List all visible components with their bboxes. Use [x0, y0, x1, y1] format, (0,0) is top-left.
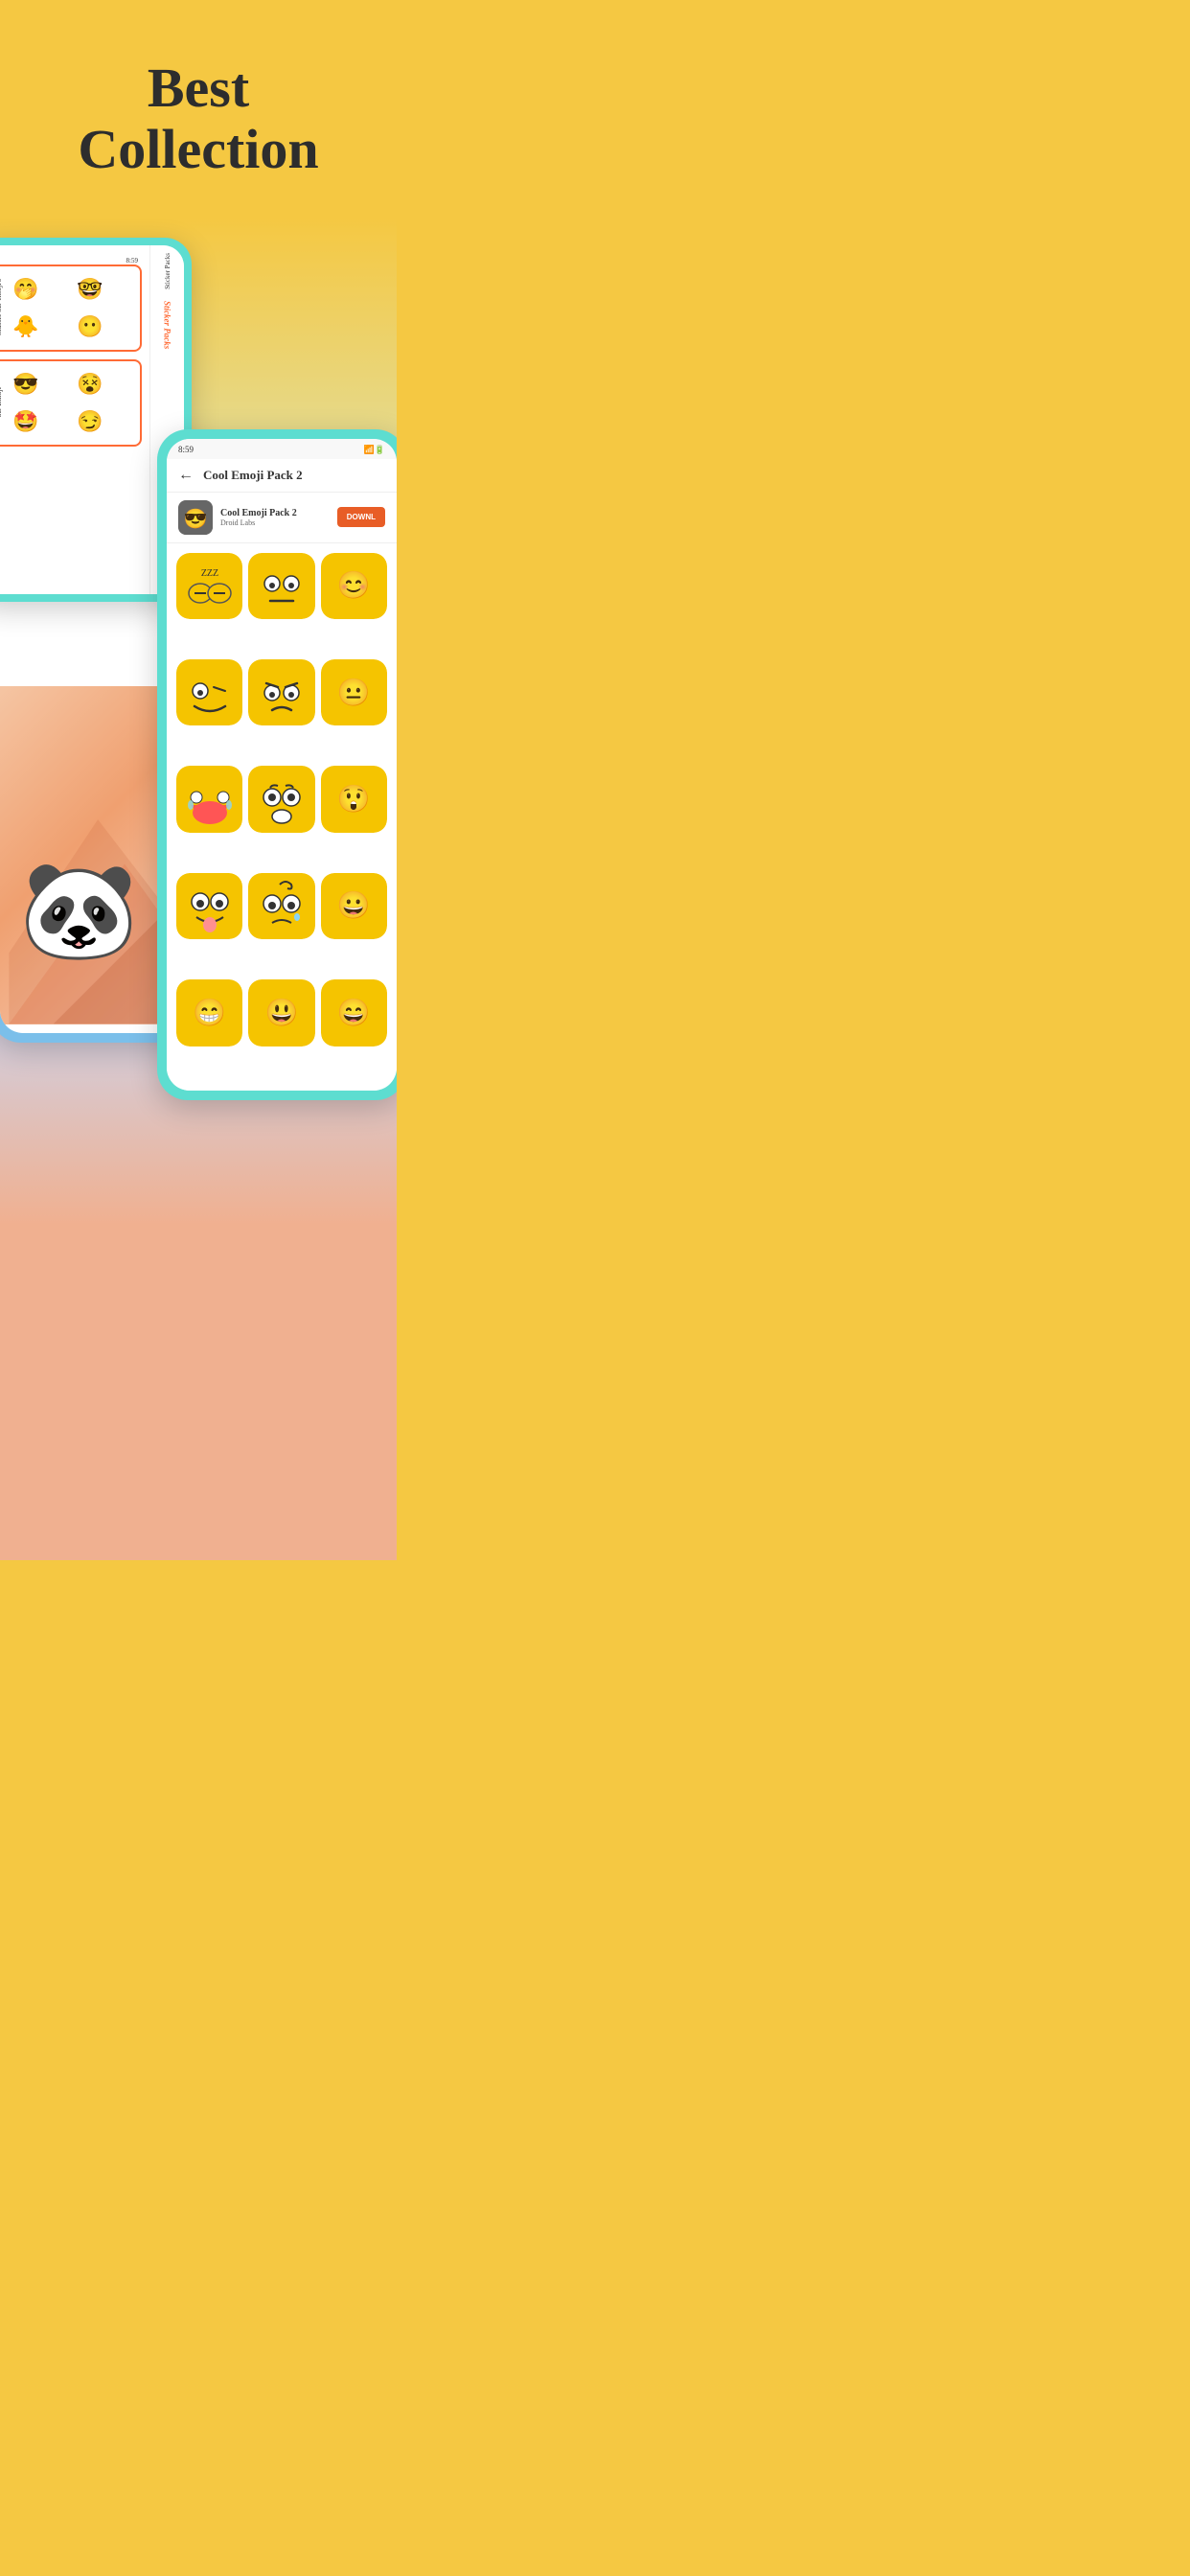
phone3-status-bar: 8:59 📶🔋 — [167, 439, 397, 459]
emoji-sticker-laughing-tears[interactable] — [176, 766, 242, 832]
expressionless-emoji-svg — [253, 557, 310, 614]
pack2-emoji-grid: 😎 😵 🤩 😏 — [9, 367, 134, 439]
phones-container: 8:59 Classic 3D emoji's 🤭 🤓 🐥 😶 3D Emoji — [0, 218, 397, 1560]
emoji-sticker-shocked[interactable] — [248, 766, 314, 832]
app-info-bar: 😎 Cool Emoji Pack 2 Droid Labs DOWNL — [167, 493, 397, 543]
hero-title-line2: Collection — [78, 118, 318, 180]
app-icon: 😎 — [178, 500, 213, 535]
svg-text:ZZZ: ZZZ — [200, 568, 217, 579]
shocked-emoji-svg — [253, 770, 310, 828]
app-developer: Droid Labs — [220, 518, 330, 527]
emoji-sticker-worried[interactable] — [248, 873, 314, 939]
emoji-sticker-open-mouth[interactable]: 😄 — [321, 979, 387, 1046]
sticker-pack-2[interactable]: 3D Emoji 😎 😵 🤩 😏 — [0, 359, 142, 447]
emoji-sticker-happy[interactable]: 😊 — [321, 553, 387, 619]
emoji-sticker-grin[interactable]: 😁 — [176, 979, 242, 1046]
wink-emoji-svg — [181, 664, 239, 722]
hero-section: Best Collection — [0, 0, 397, 218]
emoji-sticker-smiley[interactable]: 😃 — [248, 979, 314, 1046]
emoji-sticker-surprised2[interactable]: 😲 — [321, 766, 387, 832]
emoji-sticker-angry[interactable] — [248, 659, 314, 725]
hero-title: Best Collection — [19, 58, 378, 180]
hero-title-line1: Best — [148, 57, 249, 119]
emoji-cell: 😵 — [73, 367, 107, 402]
emoji-sticker-neutral[interactable]: 😐 — [321, 659, 387, 725]
emoji-grid: ZZZ — [167, 543, 397, 1091]
emoji-sticker-sleeping[interactable]: ZZZ — [176, 553, 242, 619]
app-name-title: Cool Emoji Pack 2 — [220, 508, 330, 518]
sleeping-emoji-svg: ZZZ — [181, 557, 239, 614]
emoji-cell: 🐥 — [9, 310, 43, 344]
sidebar-script: Sticker Packs — [163, 301, 172, 349]
app-name-section: Cool Emoji Pack 2 Droid Labs — [220, 508, 330, 527]
pack2-label: 3D Emoji — [0, 387, 3, 417]
emoji-sticker-wink[interactable] — [176, 659, 242, 725]
phone3-header: ← Cool Emoji Pack 2 — [167, 459, 397, 493]
emoji-sticker-tongue[interactable] — [176, 873, 242, 939]
phone1-time: 8:59 — [0, 253, 142, 264]
app-icon-svg: 😎 — [178, 500, 213, 535]
svg-text:😎: 😎 — [184, 508, 208, 530]
emoji-cell: 🤓 — [73, 272, 107, 307]
phone3-inner: 8:59 📶🔋 ← Cool Emoji Pack 2 😎 Cool Emoji… — [167, 439, 397, 1091]
sidebar-label: Sticker Packs — [164, 253, 172, 289]
phone3-status-icons: 📶🔋 — [364, 445, 385, 455]
laugh-cry-emoji-svg — [181, 770, 239, 828]
emoji-cell: 🤩 — [9, 404, 43, 439]
pack1-label: Classic 3D emoji's — [0, 279, 3, 336]
phone-emoji-pack: 8:59 📶🔋 ← Cool Emoji Pack 2 😎 Cool Emoji… — [157, 429, 397, 1100]
tongue-emoji-svg — [181, 877, 239, 934]
pack1-emoji-grid: 🤭 🤓 🐥 😶 — [9, 272, 134, 344]
phone3-time: 8:59 — [178, 445, 194, 454]
emoji-cell: 🤭 — [9, 272, 43, 307]
sticker-pack-1[interactable]: Classic 3D emoji's 🤭 🤓 🐥 😶 — [0, 264, 142, 352]
emoji-sticker-big-smile[interactable]: 😀 — [321, 873, 387, 939]
emoji-sticker-expressionless[interactable] — [248, 553, 314, 619]
emoji-cell: 😶 — [73, 310, 107, 344]
phone1-content: 8:59 Classic 3D emoji's 🤭 🤓 🐥 😶 3D Emoji — [0, 245, 149, 594]
worried-emoji-svg — [253, 877, 310, 934]
phone3-screen-title: Cool Emoji Pack 2 — [203, 468, 385, 483]
angry-emoji-svg — [253, 664, 310, 722]
back-arrow-icon[interactable]: ← — [178, 467, 194, 484]
emoji-cell: 😎 — [9, 367, 43, 402]
download-button[interactable]: DOWNL — [337, 507, 385, 527]
panda-sticker: 🐼 — [19, 855, 139, 967]
emoji-cell: 😏 — [73, 404, 107, 439]
